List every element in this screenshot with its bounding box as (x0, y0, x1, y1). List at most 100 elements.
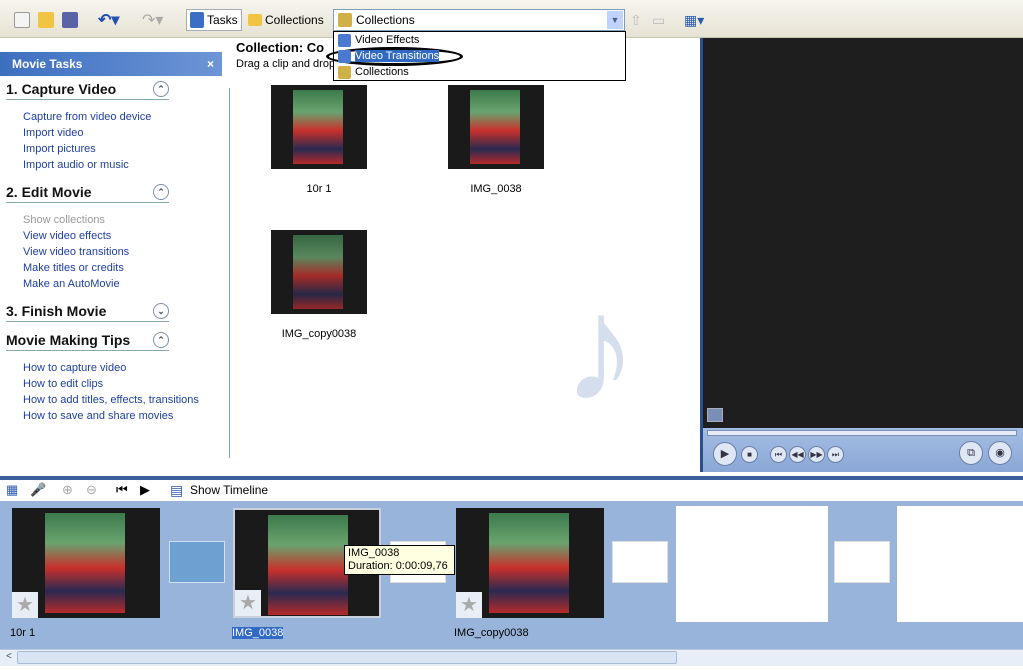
clip-label-selected[interactable]: IMG_0038 (232, 627, 284, 639)
expand-icon[interactable]: ⌄ (153, 303, 169, 319)
collection-clip-thumb[interactable] (271, 85, 367, 169)
forward-icon[interactable]: ▶▶ (808, 446, 825, 463)
link-tip-save[interactable]: How to save and share movies (23, 410, 173, 422)
playback-controls: ▶ ■ ⏮ ◀◀ ▶▶ ⏭ ⧉ ◉ (703, 428, 1023, 472)
effect-star-icon[interactable]: ★ (456, 592, 482, 618)
link-titles-credits[interactable]: Make titles or credits (23, 262, 124, 274)
collections-label: Collections (265, 13, 324, 27)
link-tip-capture[interactable]: How to capture video (23, 362, 126, 374)
star-icon (338, 33, 351, 47)
effect-star-icon[interactable]: ★ (235, 590, 261, 616)
snapshot-icon[interactable]: ◉ (988, 441, 1012, 465)
section-title: 2. Edit Movie (6, 184, 92, 200)
link-capture-from-device[interactable]: Capture from video device (23, 111, 151, 123)
split-clip-icon[interactable]: ⧉ (959, 441, 983, 465)
transition-slot[interactable] (612, 541, 668, 583)
storyboard-clip[interactable]: ★ (12, 508, 160, 618)
dropdown-item-video-effects[interactable]: Video Effects (334, 32, 625, 48)
previous-frame-icon[interactable]: ⏮ (770, 446, 787, 463)
zoom-in-icon[interactable]: ⊕ (62, 482, 73, 498)
link-import-video[interactable]: Import video (23, 127, 84, 139)
item-label: Video Transitions (355, 50, 440, 62)
stop-icon[interactable]: ■ (741, 446, 758, 463)
collections-button[interactable]: Collections (248, 9, 324, 31)
clip-label: IMG_copy0038 (454, 627, 529, 639)
collections-dropdown[interactable]: Collections ▼ (333, 9, 625, 31)
views-icon[interactable]: ▦▾ (684, 9, 704, 31)
section-tips[interactable]: Movie Making Tips ⌃ (6, 332, 169, 351)
section-edit-movie[interactable]: 2. Edit Movie ⌃ (6, 184, 169, 203)
storyboard-view-icon[interactable]: ▦ (6, 482, 18, 498)
folder-icon (248, 14, 262, 26)
tasks-button[interactable]: Tasks (186, 9, 242, 31)
collection-clip-thumb[interactable] (271, 230, 367, 314)
tasks-label: Tasks (207, 13, 238, 27)
movie-tasks-pane: Movie Tasks × 1. Capture Video ⌃ Capture f… (0, 38, 230, 472)
link-view-transitions[interactable]: View video transitions (23, 246, 129, 258)
tooltip-name: IMG_0038 (348, 547, 400, 559)
storyboard: ★ ★ ★ 10r 1 IMG_0038 IMG_copy0038 (0, 501, 1023, 649)
close-icon[interactable]: × (207, 57, 214, 71)
storyboard-toolbar: ▦ 🎤 ⊕ ⊖ ⏮ ▶ ▤ Show Timeline (0, 476, 1023, 501)
transition-icon (338, 49, 351, 63)
narrate-icon[interactable]: 🎤 (30, 482, 46, 498)
storyboard-clip[interactable]: ★ (456, 508, 604, 618)
film-music-watermark-icon: ♪ (562, 264, 638, 432)
link-automovie[interactable]: Make an AutoMovie (23, 278, 120, 290)
play-storyboard-icon[interactable]: ▶ (140, 482, 150, 498)
dropdown-item-collections[interactable]: Collections (334, 64, 625, 80)
section-title: 1. Capture Video (6, 81, 117, 97)
collections-icon (338, 65, 351, 79)
link-show-collections[interactable]: Show collections (23, 214, 105, 226)
open-project-icon[interactable] (38, 9, 54, 31)
link-import-audio[interactable]: Import audio or music (23, 159, 129, 171)
collection-pane: Collection: Co Drag a clip and drop 10r … (230, 38, 700, 472)
collapse-icon[interactable]: ⌃ (153, 81, 169, 97)
link-import-pictures[interactable]: Import pictures (23, 143, 96, 155)
show-timeline-button[interactable]: Show Timeline (190, 483, 268, 497)
collections-icon (338, 13, 352, 27)
collection-clip-label: 10r 1 (306, 183, 332, 195)
play-icon[interactable]: ▶ (713, 442, 737, 466)
next-frame-icon[interactable]: ⏭ (827, 446, 844, 463)
link-tip-titles[interactable]: How to add titles, effects, transitions (23, 394, 199, 406)
collapse-icon[interactable]: ⌃ (153, 332, 169, 348)
transition-slot[interactable] (169, 541, 225, 583)
rewind-storyboard-icon[interactable]: ⏮ (116, 482, 128, 498)
clip-tooltip: IMG_0038 Duration: 0:00:09,76 (344, 545, 455, 575)
combo-value: Collections (356, 13, 415, 27)
effect-star-icon[interactable]: ★ (12, 592, 38, 618)
chevron-down-icon[interactable]: ▼ (607, 11, 623, 29)
link-view-effects[interactable]: View video effects (23, 230, 111, 242)
empty-clip-slot[interactable] (676, 506, 828, 622)
link-tip-edit[interactable]: How to edit clips (23, 378, 103, 390)
item-label: Video Effects (355, 34, 420, 46)
redo-icon[interactable]: ↷▾ (142, 9, 163, 31)
scroll-left-icon[interactable]: < (2, 651, 16, 665)
collection-title: Collection: Co (236, 40, 325, 55)
seek-bar[interactable] (707, 430, 1017, 436)
collection-clip-thumb[interactable] (448, 85, 544, 169)
tasks-icon (190, 12, 204, 28)
undo-icon[interactable]: ↶▾ (98, 9, 119, 31)
new-folder-icon[interactable]: ▭ (652, 9, 665, 31)
monitor-icon (707, 408, 723, 422)
dropdown-list: Video Effects Video Transitions Collecti… (326, 31, 626, 81)
dropdown-item-video-transitions[interactable]: Video Transitions (334, 48, 625, 64)
collapse-icon[interactable]: ⌃ (153, 184, 169, 200)
section-finish-movie[interactable]: 3. Finish Movie ⌄ (6, 303, 169, 322)
save-project-icon[interactable] (62, 9, 78, 31)
section-capture-video[interactable]: 1. Capture Video ⌃ (6, 81, 169, 100)
scrollbar-thumb[interactable] (17, 651, 677, 664)
zoom-out-icon[interactable]: ⊖ (86, 482, 97, 498)
transition-slot[interactable] (834, 541, 890, 583)
storyboard-scrollbar[interactable]: < (0, 649, 1023, 666)
new-project-icon[interactable] (14, 9, 30, 31)
up-folder-icon[interactable]: ⇧ (630, 9, 642, 31)
clip-label: 10r 1 (10, 627, 36, 639)
collection-subtitle: Drag a clip and drop (236, 58, 336, 70)
rewind-icon[interactable]: ◀◀ (789, 446, 806, 463)
empty-clip-slot[interactable] (897, 506, 1023, 622)
pane-title: Movie Tasks (12, 57, 83, 71)
collection-clip-label: IMG_0038 (470, 183, 522, 195)
